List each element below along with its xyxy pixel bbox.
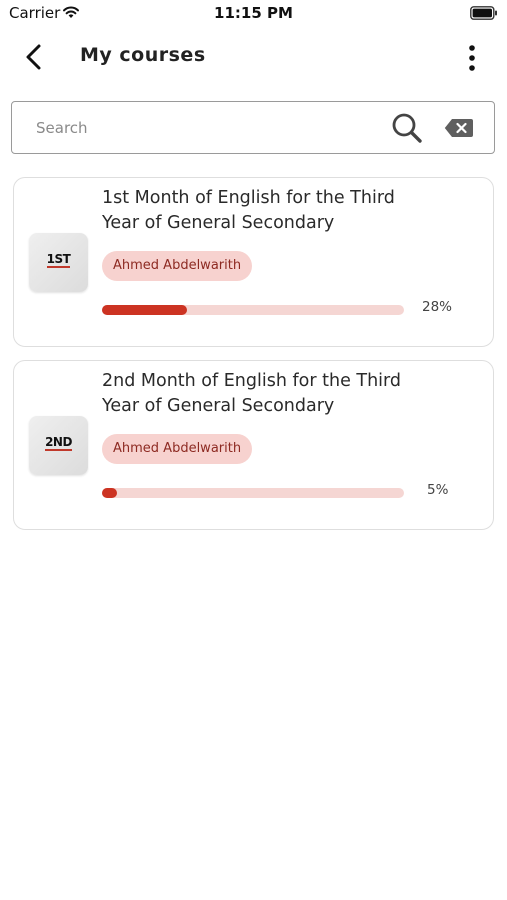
course-card[interactable]: 1ST 1st Month of English for the Third Y… bbox=[13, 177, 494, 347]
progress-percent: 28% bbox=[422, 299, 453, 315]
nav-bar: My courses bbox=[0, 34, 507, 78]
search-input[interactable] bbox=[34, 114, 378, 142]
progress-bar bbox=[102, 488, 404, 498]
clear-search-icon[interactable] bbox=[444, 118, 474, 138]
thumbnail-label: 2ND bbox=[45, 435, 72, 451]
back-button[interactable] bbox=[20, 42, 50, 72]
status-bar: Carrier 11:15 PM bbox=[0, 0, 507, 28]
page-title: My courses bbox=[80, 44, 206, 66]
status-time: 11:15 PM bbox=[214, 4, 293, 22]
progress-bar bbox=[102, 305, 404, 315]
instructor-badge: Ahmed Abdelwarith bbox=[102, 434, 253, 464]
search-icon[interactable] bbox=[391, 112, 423, 144]
progress-fill bbox=[102, 305, 187, 315]
progress-fill bbox=[102, 488, 118, 498]
more-options-icon[interactable] bbox=[460, 42, 484, 74]
course-card[interactable]: 2ND 2nd Month of English for the Third Y… bbox=[13, 360, 494, 530]
search-bar bbox=[11, 101, 495, 154]
instructor-badge: Ahmed Abdelwarith bbox=[102, 251, 253, 281]
course-thumbnail: 2ND bbox=[29, 416, 88, 475]
course-title: 1st Month of English for the Third Year … bbox=[102, 188, 395, 233]
progress-percent: 5% bbox=[427, 482, 449, 498]
battery-icon bbox=[470, 6, 497, 20]
course-title: 2nd Month of English for the Third Year … bbox=[102, 371, 402, 416]
thumbnail-label: 1ST bbox=[46, 252, 71, 268]
course-thumbnail: 1ST bbox=[29, 233, 88, 292]
